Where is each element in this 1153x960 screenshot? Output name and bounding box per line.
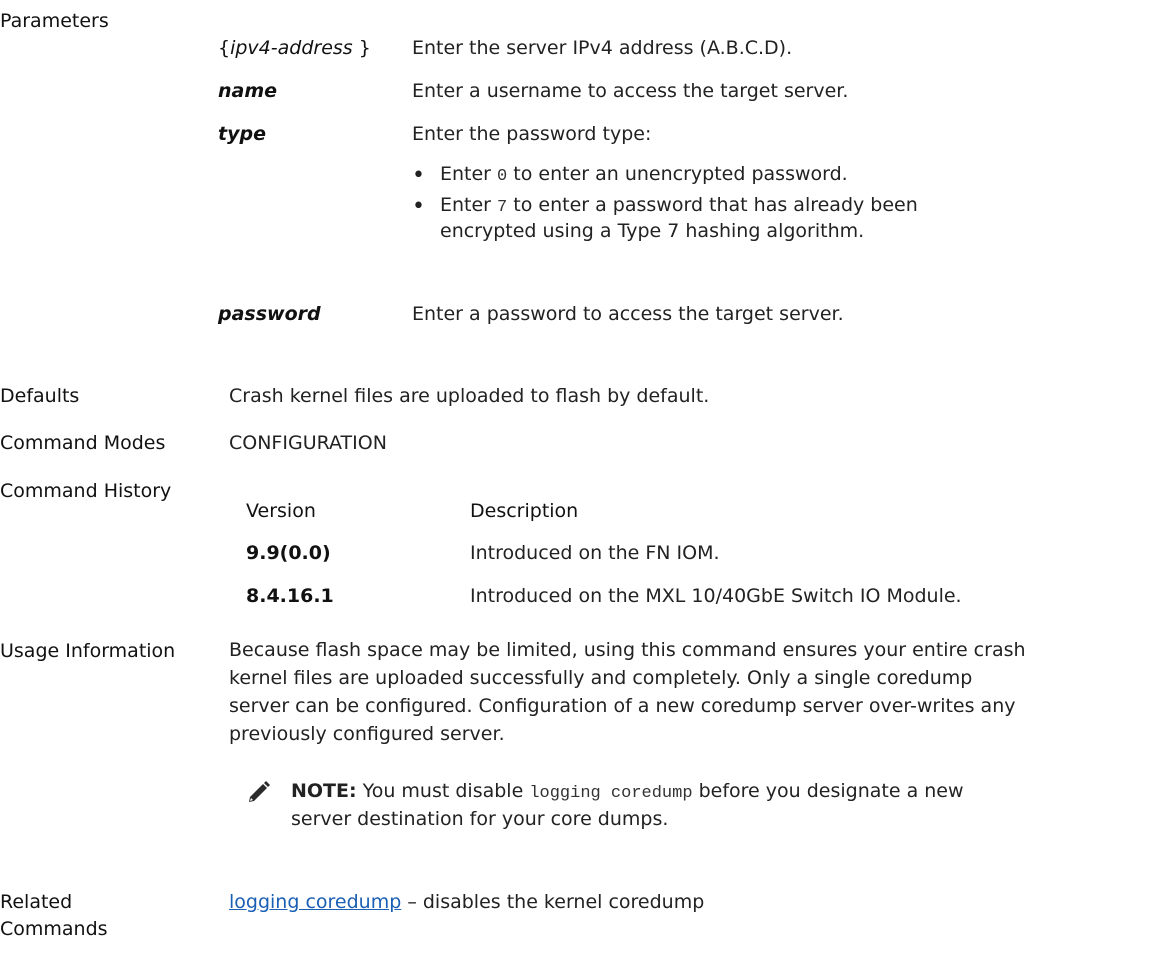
history-version: 9.9(0.0) xyxy=(246,542,331,564)
param-brace-open: { xyxy=(218,37,231,59)
bullet-dot: • xyxy=(412,194,425,219)
param-type-desc: Enter the password type: xyxy=(412,123,652,145)
note-line-1: NOTE: You must disable logging coredump … xyxy=(291,780,964,803)
command-modes-text: CONFIGURATION xyxy=(229,432,387,454)
note-label: NOTE: xyxy=(291,780,357,802)
param-ipv4-name: ipv4-address xyxy=(230,37,353,59)
history-description: Introduced on the MXL 10/40GbE Switch IO… xyxy=(470,585,962,607)
usage-line: previously configured server. xyxy=(229,723,505,745)
param-password: password xyxy=(218,303,321,325)
bullet-text: to enter an unencrypted password. xyxy=(507,163,848,185)
usage-paragraph: Because flash space may be limited, usin… xyxy=(229,636,1149,748)
param-type: type xyxy=(218,123,266,145)
param-brace-close: } xyxy=(352,37,371,59)
bullet-text: Enter xyxy=(440,194,498,216)
note-text: before you designate a new xyxy=(692,780,964,802)
usage-line: server can be configured. Configuration … xyxy=(229,695,1016,717)
type-bullet-0: Enter 0 to enter an unencrypted password… xyxy=(440,163,848,186)
defaults-label: Defaults xyxy=(0,385,80,407)
parameters-label: Parameters xyxy=(0,10,109,32)
note-text: You must disable xyxy=(356,780,530,802)
note-code: logging coredump xyxy=(529,784,693,803)
bullet-dot: • xyxy=(412,163,425,188)
history-header-description: Description xyxy=(470,500,579,522)
param-name-desc: Enter a username to access the target se… xyxy=(412,80,849,102)
related-commands-entry: logging coredump – disables the kernel c… xyxy=(229,891,704,913)
logging-coredump-link[interactable]: logging coredump xyxy=(229,891,401,913)
note-line-2: server destination for your core dumps. xyxy=(291,808,669,830)
code-value: 0 xyxy=(497,167,508,186)
type-bullet-1-line2: encrypted using a Type 7 hashing algorit… xyxy=(440,220,865,242)
param-ipv4-desc: Enter the server IPv4 address (A.B.C.D). xyxy=(412,37,793,59)
history-header-version: Version xyxy=(246,500,316,522)
param-ipv4-address: {ipv4-address } xyxy=(218,37,371,59)
related-description: – disables the kernel coredump xyxy=(401,891,705,913)
command-modes-label: Command Modes xyxy=(0,432,166,454)
param-name: name xyxy=(218,80,278,102)
pencil-note-icon xyxy=(249,781,270,802)
bullet-text: to enter a password that has already bee… xyxy=(507,194,918,216)
bullet-text: Enter xyxy=(440,163,498,185)
usage-information-label: Usage Information xyxy=(0,640,176,662)
code-value: 7 xyxy=(497,198,508,217)
defaults-text: Crash kernel files are uploaded to flash… xyxy=(229,385,710,407)
related-label-line2: Commands xyxy=(0,918,108,940)
history-description: Introduced on the FN IOM. xyxy=(470,542,720,564)
usage-line: Because flash space may be limited, usin… xyxy=(229,639,1026,661)
param-password-desc: Enter a password to access the target se… xyxy=(412,303,844,325)
history-version: 8.4.16.1 xyxy=(246,585,334,607)
usage-line: kernel files are uploaded successfully a… xyxy=(229,667,973,689)
related-label-line1: Related xyxy=(0,891,73,913)
command-history-label: Command History xyxy=(0,480,172,502)
type-bullet-1: Enter 7 to enter a password that has alr… xyxy=(440,194,918,217)
